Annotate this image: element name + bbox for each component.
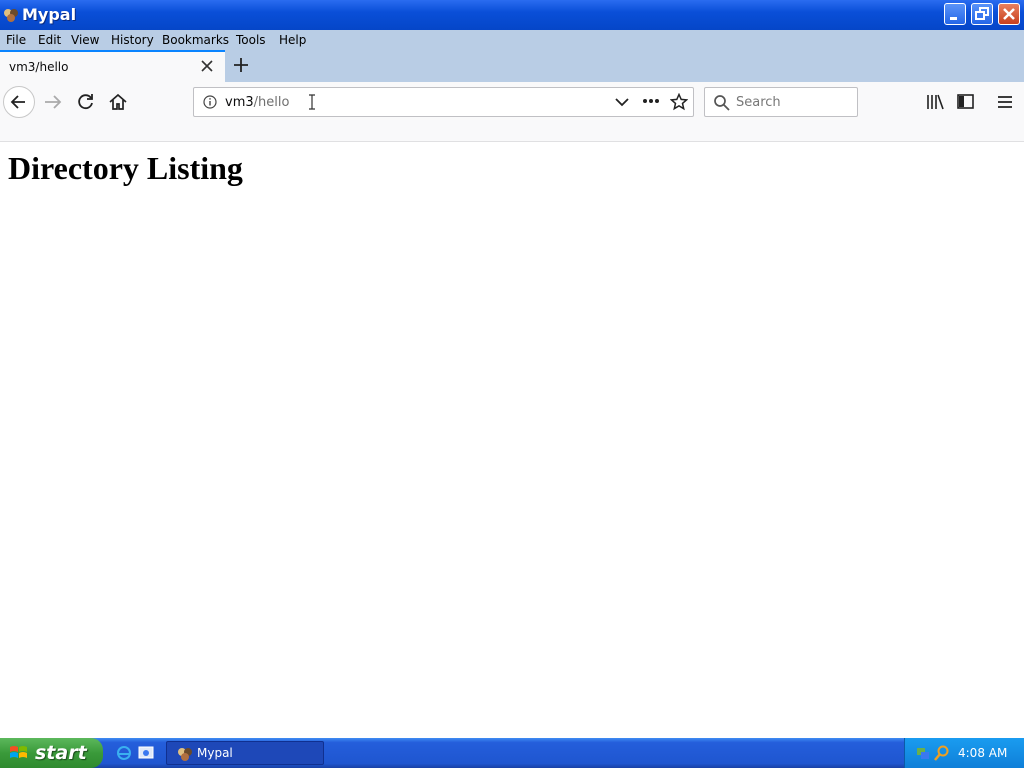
new-tab-icon[interactable] bbox=[232, 56, 250, 74]
tray-search-icon[interactable] bbox=[934, 745, 950, 761]
window-titlebar[interactable]: Mypal bbox=[0, 0, 1024, 30]
tab-strip: vm3/hello bbox=[0, 50, 1024, 82]
taskbar-item-label: Mypal bbox=[197, 746, 233, 760]
home-icon[interactable] bbox=[108, 92, 128, 112]
tab-close-icon[interactable] bbox=[200, 59, 214, 73]
minimize-icon bbox=[950, 17, 957, 20]
page-heading: Directory Listing bbox=[8, 150, 243, 186]
text-cursor-icon bbox=[309, 94, 315, 110]
menu-help[interactable]: Help bbox=[279, 33, 306, 47]
menu-bar: File Edit View History Bookmarks Tools H… bbox=[0, 30, 1024, 50]
site-info-icon[interactable] bbox=[203, 95, 217, 109]
url-text: vm3/hello bbox=[225, 95, 289, 110]
search-placeholder: Search bbox=[736, 95, 781, 110]
minimize-button[interactable] bbox=[944, 3, 966, 25]
tab-title: vm3/hello bbox=[9, 60, 69, 74]
network-icon[interactable] bbox=[915, 745, 931, 761]
chevron-down-icon[interactable] bbox=[614, 96, 630, 108]
url-bar[interactable]: vm3/hello bbox=[193, 87, 694, 117]
restore-icon bbox=[975, 7, 989, 20]
windows-logo-icon bbox=[10, 746, 27, 758]
menu-view[interactable]: View bbox=[71, 33, 99, 47]
back-arrow-icon bbox=[10, 95, 25, 109]
forward-arrow-icon[interactable] bbox=[42, 92, 64, 112]
reload-icon[interactable] bbox=[76, 92, 96, 112]
show-desktop-icon[interactable] bbox=[138, 745, 154, 761]
url-host: vm3 bbox=[225, 95, 254, 110]
mypal-app-icon bbox=[178, 748, 192, 761]
tab-active[interactable]: vm3/hello bbox=[0, 50, 225, 82]
hamburger-menu-icon[interactable] bbox=[996, 94, 1014, 110]
menu-edit[interactable]: Edit bbox=[38, 33, 61, 47]
bookmark-star-icon[interactable] bbox=[670, 93, 688, 111]
menu-history[interactable]: History bbox=[111, 33, 154, 47]
search-input[interactable]: Search bbox=[704, 87, 858, 117]
navigation-toolbar: vm3/hello Search bbox=[0, 82, 1024, 142]
system-tray: 4:08 AM bbox=[904, 738, 1024, 768]
page-content: Directory Listing bbox=[0, 142, 1024, 738]
sidebar-icon[interactable] bbox=[956, 93, 976, 111]
taskbar-item-mypal[interactable]: Mypal bbox=[166, 741, 324, 765]
clock: 4:08 AM bbox=[958, 746, 1008, 760]
menu-bookmarks[interactable]: Bookmarks bbox=[162, 33, 229, 47]
close-icon bbox=[1003, 8, 1015, 20]
taskbar: start Mypal 4:08 AM bbox=[0, 738, 1024, 768]
window-title: Mypal bbox=[22, 5, 77, 24]
url-path: /hello bbox=[253, 95, 290, 110]
start-label: start bbox=[35, 742, 87, 764]
page-actions-icon[interactable] bbox=[642, 98, 660, 104]
app-icon bbox=[4, 9, 18, 22]
back-button[interactable] bbox=[3, 86, 35, 118]
start-button[interactable]: start bbox=[0, 738, 103, 768]
internet-explorer-icon[interactable] bbox=[116, 745, 132, 761]
menu-file[interactable]: File bbox=[6, 33, 26, 47]
search-icon bbox=[714, 95, 730, 111]
close-window-button[interactable] bbox=[998, 3, 1020, 25]
menu-tools[interactable]: Tools bbox=[236, 33, 266, 47]
restore-button[interactable] bbox=[971, 3, 993, 25]
library-icon[interactable] bbox=[925, 92, 945, 112]
